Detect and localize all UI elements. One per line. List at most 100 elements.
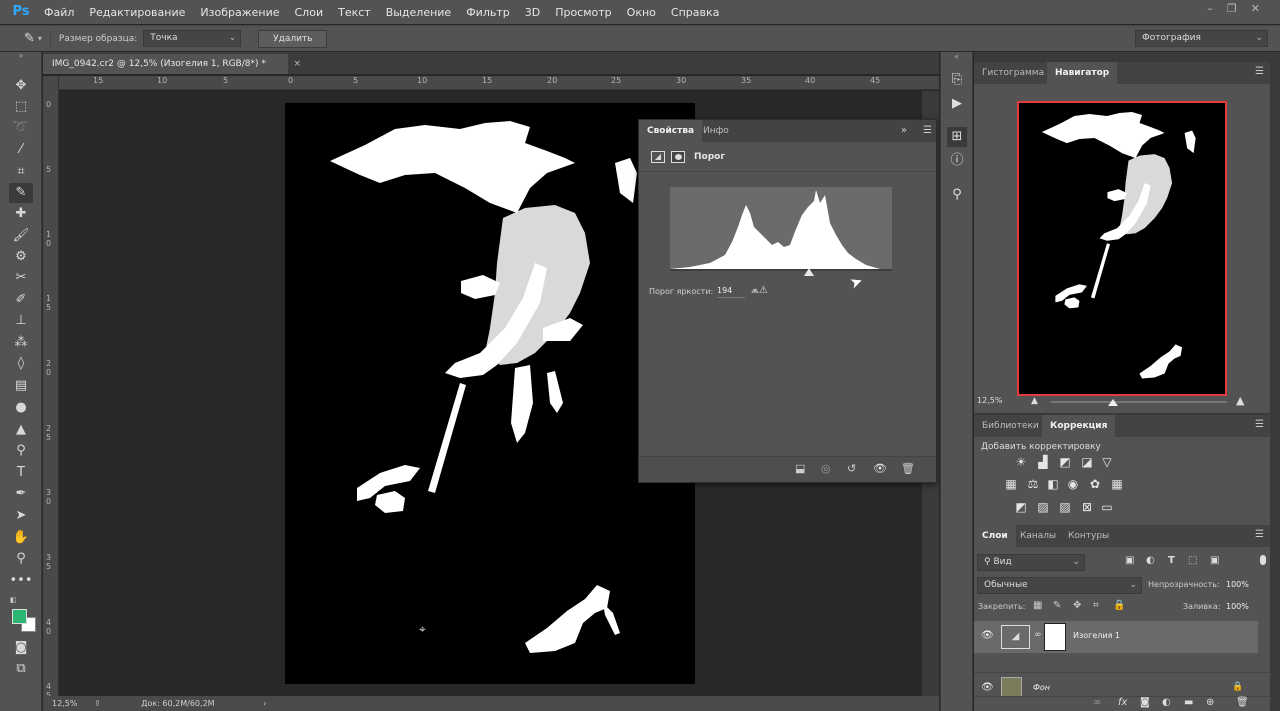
stamp-dock-icon[interactable]: ⚲ [947,185,967,205]
eye-icon[interactable]: 👁 [981,682,994,693]
brightness-contrast-icon[interactable]: ☀ [1013,455,1029,469]
minimize-icon[interactable]: – [1207,2,1213,15]
panel-menu-icon[interactable]: ☰ [923,125,932,136]
more-tools-icon[interactable]: ••• [9,571,33,591]
lock-position-icon[interactable]: ✥ [1073,600,1081,611]
zoom-slider-handle[interactable] [1108,399,1118,406]
filter-toggle[interactable] [1260,555,1266,565]
brush-tool-icon[interactable]: 🖌 [9,226,33,246]
menu-help[interactable]: Справка [671,6,719,19]
filter-pixel-icon[interactable]: ▣ [1125,555,1134,566]
adjustment-layer-icon[interactable]: ◢ [651,151,665,163]
link-icon[interactable]: ∞ [1034,630,1042,640]
invert-icon[interactable]: ◩ [1013,500,1029,514]
fill-value[interactable]: 100% [1226,602,1249,611]
restore-icon[interactable]: ❐ [1227,2,1237,15]
status-menu-arrow[interactable]: › [263,699,266,708]
info-icon[interactable]: ⓘ [947,151,967,171]
tab-properties[interactable]: Свойства [639,120,703,142]
eraser-tool-2-icon[interactable]: ◊ [9,354,33,374]
close-document-icon[interactable]: × [293,54,301,74]
gradient-map-icon[interactable]: ▭ [1099,500,1115,514]
filter-type-icon[interactable]: T [1168,555,1175,566]
lock-transparent-icon[interactable]: ▦ [1033,600,1042,611]
blur-tool-icon[interactable]: ● [9,398,33,418]
lasso-tool-icon[interactable]: ➰ [9,118,33,138]
blend-mode-select[interactable]: Обычные ⌄ [977,577,1142,594]
document-canvas-image[interactable] [285,103,695,684]
screen-mode-icon[interactable]: ⧉ [9,659,33,679]
default-colors-icon[interactable]: ◧ [10,596,18,604]
crop-tool-icon[interactable]: ⌗ [9,162,33,182]
panel-collapse-icon[interactable]: » [901,125,907,136]
actions-play-icon[interactable]: ▶ [947,94,967,114]
navigator-zoom-value[interactable]: 12,5% [977,396,1002,405]
filter-shape-icon[interactable]: ⬚ [1188,555,1197,566]
sharpen-tool-icon[interactable]: ▲ [9,420,33,440]
zoom-slider-track[interactable] [1051,401,1227,403]
layer-name[interactable]: Изогелия 1 [1073,631,1120,640]
trash-icon[interactable]: 🗑 [901,462,915,475]
remove-all-button[interactable]: Удалить все [258,29,328,60]
mask-icon[interactable] [671,151,685,163]
tab-info[interactable]: Инфо [695,120,737,142]
history-icon[interactable]: ⎘ [947,70,967,90]
photo-filter-icon[interactable]: ◉ [1065,477,1081,491]
levels-icon[interactable]: ▟ [1035,455,1051,469]
menu-file[interactable]: Файл [44,6,74,19]
clip-to-layer-icon[interactable]: ⬓ [795,462,805,475]
menu-type[interactable]: Текст [338,6,371,19]
layer-mask-thumbnail[interactable] [1044,623,1066,651]
color-lookup-icon[interactable]: ▦ [1109,477,1125,491]
tab-layers[interactable]: Слои [974,525,1016,547]
zoom-tool-icon[interactable]: ⚲ [9,549,33,569]
threshold-slider-handle[interactable] [804,268,814,276]
view-previous-icon[interactable]: ◎ [821,462,831,475]
new-layer-icon[interactable]: ⊕ [1206,697,1214,708]
properties-dock-icon[interactable]: ⊞ [947,127,967,147]
tab-channels[interactable]: Каналы [1012,525,1064,547]
collapse-dock-icon[interactable]: « [941,52,972,61]
new-group-icon[interactable]: ▬ [1184,697,1193,708]
lock-all-icon[interactable]: 🔒 [1113,600,1125,611]
type-tool-icon[interactable]: T [9,463,33,483]
dodge-tool-icon[interactable]: ⚲ [9,441,33,461]
channel-mixer-icon[interactable]: ✿ [1087,477,1103,491]
selective-color-icon[interactable]: ⊠ [1079,500,1095,514]
status-zoom[interactable]: 12,5% [52,699,77,708]
eyedropper-tool-preset-icon[interactable]: ✎ [24,31,35,46]
close-icon[interactable]: ✕ [1251,2,1260,15]
menu-image[interactable]: Изображение [200,6,279,19]
layer-filter-select[interactable]: ⚲ Вид ⌄ [977,554,1085,571]
panel-menu-icon[interactable]: ☰ [1255,419,1264,430]
tab-libraries[interactable]: Библиотеки [974,415,1047,437]
status-share-icon[interactable]: ⇪ [94,699,101,708]
zoom-in-icon[interactable]: ▲ [1236,394,1244,407]
menu-layer[interactable]: Слои [295,6,324,19]
hue-saturation-icon[interactable]: ▦ [1003,477,1019,491]
panel-menu-icon[interactable]: ☰ [1255,66,1264,77]
foreground-color-swatch[interactable] [12,609,27,624]
eyedropper-tool-icon[interactable]: ✎ [9,183,33,203]
history-brush-tool-icon[interactable]: ✂ [9,268,33,288]
filter-adjustment-icon[interactable]: ◐ [1146,555,1155,566]
lock-pixels-icon[interactable]: ✎ [1053,600,1061,611]
workspace-select[interactable]: Фотография ⌄ [1135,30,1268,47]
stamp-tool-icon[interactable]: ⊥ [9,311,33,331]
chevron-down-icon[interactable]: ▾ [38,34,42,43]
path-selection-tool-icon[interactable]: ➤ [9,506,33,526]
link-layers-icon[interactable]: ∞ [1093,697,1101,708]
tab-navigator[interactable]: Навигатор [1047,62,1118,84]
eraser-tool-icon[interactable]: ✐ [9,290,33,310]
menu-edit[interactable]: Редактирование [89,6,185,19]
posterize-icon[interactable]: ▨ [1035,500,1051,514]
sample-size-select[interactable]: Точка ⌄ [143,30,242,47]
curves-icon[interactable]: ◩ [1057,455,1073,469]
black-white-icon[interactable]: ◧ [1045,477,1061,491]
zoom-out-icon[interactable]: ▲ [1031,396,1038,406]
threshold-icon[interactable]: ▨ [1057,500,1073,514]
fx-icon[interactable]: fx [1118,697,1127,708]
tab-paths[interactable]: Контуры [1060,525,1117,547]
eye-icon[interactable]: 👁 [981,630,994,641]
right-dock-scrollbar[interactable] [1270,52,1280,711]
